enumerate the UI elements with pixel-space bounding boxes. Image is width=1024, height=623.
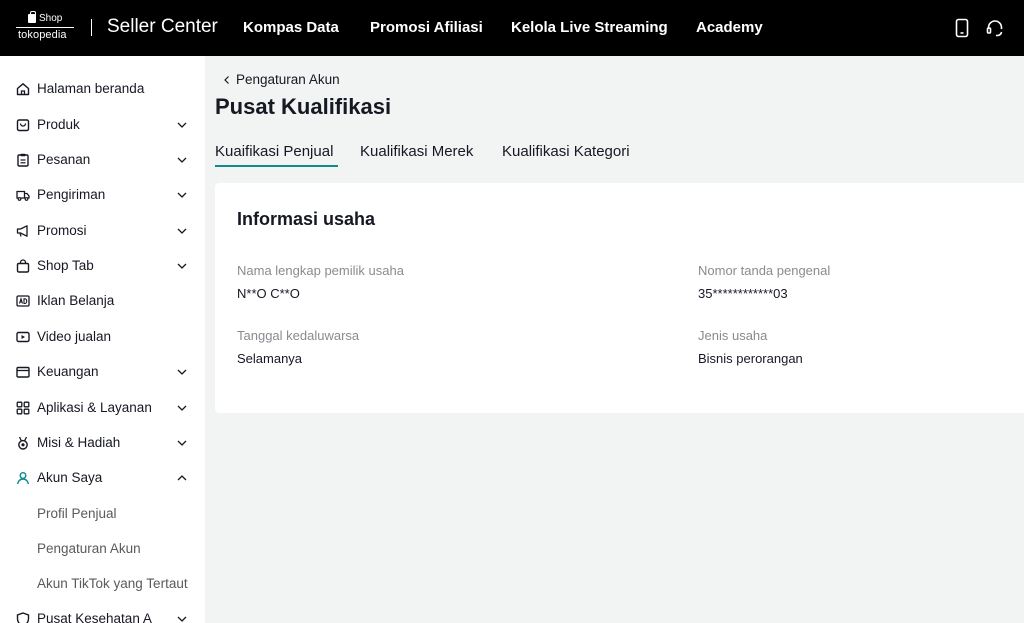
nav-kompas-data[interactable]: Kompas Data [243, 19, 339, 36]
chevron-down-icon[interactable] [176, 402, 188, 414]
sidebar-subitem-pengaturan-akun[interactable]: Pengaturan Akun [0, 531, 205, 566]
sidebar-item-label: Akun Saya [37, 470, 103, 485]
nav-academy[interactable]: Academy [696, 19, 763, 36]
nav-kelola-live-streaming[interactable]: Kelola Live Streaming [511, 19, 668, 36]
breadcrumb-label: Pengaturan Akun [236, 72, 340, 87]
sidebar-item-aplikasi-layanan[interactable]: Aplikasi & Layanan [0, 390, 205, 425]
app-title[interactable]: Seller Center [107, 16, 218, 38]
sidebar-item-halaman-beranda[interactable]: Halaman beranda [0, 71, 205, 106]
nav-promosi-afiliasi[interactable]: Promosi Afiliasi [370, 19, 483, 36]
sidebar-item-label: Keuangan [37, 364, 99, 379]
shop-bag-icon [16, 258, 30, 273]
sidebar-item-video-jualan[interactable]: Video jualan [0, 319, 205, 354]
sidebar-item-label: Aplikasi & Layanan [37, 400, 152, 415]
top-navigation-bar: Shop tokopedia Seller Center Kompas Data… [0, 0, 1024, 56]
shield-icon [16, 611, 30, 623]
sidebar-item-label: Pengiriman [37, 187, 106, 202]
sidebar-item-label: Shop Tab [37, 258, 94, 273]
phone-icon[interactable] [952, 18, 972, 38]
chevron-down-icon[interactable] [176, 437, 188, 449]
business-info-card: Informasi usaha Nama lengkap pemilik usa… [215, 183, 1024, 413]
field-value-owner-name: N**O C**O [237, 286, 300, 301]
sidebar-item-label: Produk [37, 117, 80, 132]
tab-kualifikasi-penjual[interactable]: Kuaifikasi Penjual [215, 143, 333, 160]
ad-icon [16, 294, 30, 307]
tab-kualifikasi-kategori[interactable]: Kualifikasi Kategori [502, 143, 630, 160]
sidebar-item-label: Pusat Kesehatan A [37, 611, 152, 623]
wallet-icon [16, 366, 30, 378]
breadcrumb-back-link[interactable]: Pengaturan Akun [222, 72, 340, 87]
logo-shop-label: Shop [39, 13, 63, 24]
sidebar-item-pusat-kesehatan[interactable]: Pusat Kesehatan A [0, 601, 205, 623]
sidebar-item-misi-hadiah[interactable]: Misi & Hadiah [0, 425, 205, 460]
chevron-down-icon[interactable] [176, 366, 188, 378]
field-value-id-number: 35************03 [698, 286, 788, 301]
sidebar-subitem-profil-penjual[interactable]: Profil Penjual [0, 496, 205, 531]
sidebar-item-pengiriman[interactable]: Pengiriman [0, 177, 205, 212]
product-icon [16, 118, 30, 131]
sidebar-item-shop-tab[interactable]: Shop Tab [0, 248, 205, 283]
chevron-down-icon[interactable] [176, 260, 188, 272]
field-label-id-number: Nomor tanda pengenal [698, 263, 831, 278]
shopping-bag-icon [28, 11, 36, 23]
sidebar-item-produk[interactable]: Produk [0, 107, 205, 142]
sidebar-item-label: Halaman beranda [37, 81, 145, 96]
chevron-up-icon[interactable] [176, 472, 188, 484]
clipboard-icon [17, 153, 29, 167]
sidebar-subitem-label: Profil Penjual [37, 506, 117, 521]
apps-icon [16, 401, 30, 414]
chevron-down-icon[interactable] [176, 613, 188, 623]
medal-icon [18, 436, 28, 450]
field-label-business-type: Jenis usaha [698, 328, 768, 343]
sidebar-item-pesanan[interactable]: Pesanan [0, 142, 205, 177]
sidebar-item-akun-saya[interactable]: Akun Saya [0, 460, 205, 495]
sidebar: Halaman beranda Produk Pesanan Pengirima… [0, 56, 205, 623]
home-icon [16, 82, 30, 95]
sidebar-item-label: Promosi [37, 223, 87, 238]
chevron-down-icon[interactable] [176, 154, 188, 166]
header-divider [91, 19, 92, 36]
logo-divider [16, 27, 74, 28]
truck-icon [16, 190, 30, 201]
sidebar-subitem-akun-tiktok[interactable]: Akun TikTok yang Tertaut [0, 566, 205, 601]
sidebar-subitem-label: Pengaturan Akun [37, 541, 141, 556]
chevron-left-icon [224, 75, 229, 84]
tokopedia-shop-logo[interactable]: Shop tokopedia [14, 11, 76, 45]
logo-brand-label: tokopedia [18, 29, 67, 41]
field-label-expiry-date: Tanggal kedaluwarsa [237, 328, 360, 343]
field-label-owner-name: Nama lengkap pemilik usaha [237, 263, 404, 278]
field-value-expiry-date: Selamanya [237, 351, 303, 366]
sidebar-item-label: Video jualan [37, 329, 112, 344]
megaphone-icon [16, 224, 28, 237]
sidebar-item-promosi[interactable]: Promosi [0, 213, 205, 248]
page-title: Pusat Kualifikasi [215, 94, 392, 119]
chevron-down-icon[interactable] [176, 119, 188, 131]
sidebar-item-keuangan[interactable]: Keuangan [0, 354, 205, 389]
user-icon [17, 471, 29, 484]
logo-shop: Shop [28, 11, 63, 24]
sidebar-item-label: Misi & Hadiah [37, 435, 121, 450]
field-value-business-type: Bisnis perorangan [698, 351, 803, 366]
sidebar-item-iklan-belanja[interactable]: Iklan Belanja [0, 283, 205, 318]
video-icon [16, 331, 30, 342]
tab-kualifikasi-merek[interactable]: Kualifikasi Merek [360, 143, 473, 160]
card-title: Informasi usaha [237, 209, 376, 229]
chevron-down-icon[interactable] [176, 189, 188, 201]
active-tab-indicator [215, 165, 338, 167]
sidebar-subitem-label: Akun TikTok yang Tertaut [37, 576, 188, 591]
headset-icon[interactable] [985, 18, 1005, 38]
chevron-down-icon[interactable] [176, 225, 188, 237]
sidebar-item-label: Iklan Belanja [37, 293, 115, 308]
sidebar-item-label: Pesanan [37, 152, 91, 167]
